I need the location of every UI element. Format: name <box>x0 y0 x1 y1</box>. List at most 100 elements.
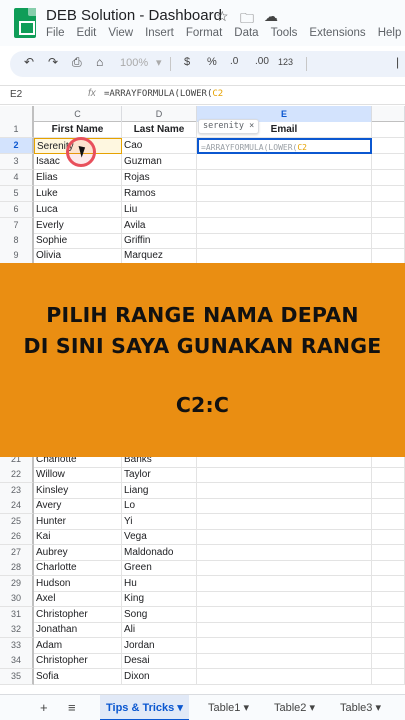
chevron-down-icon[interactable]: ▾ <box>309 702 315 714</box>
cell[interactable] <box>372 467 405 483</box>
last-name-cell[interactable]: Desai <box>122 653 197 669</box>
row-number[interactable]: 26 <box>0 529 34 545</box>
cell[interactable] <box>372 170 405 186</box>
first-name-cell[interactable]: Christopher <box>34 607 122 623</box>
cell[interactable] <box>372 622 405 638</box>
number-format-button[interactable]: 123 <box>278 57 293 67</box>
email-cell[interactable] <box>197 483 372 499</box>
first-name-cell[interactable]: Willow <box>34 467 122 483</box>
row-number[interactable]: 34 <box>0 653 34 669</box>
undo-icon[interactable]: ↶ <box>24 55 34 69</box>
menu-insert[interactable]: Insert <box>145 27 174 39</box>
first-name-cell[interactable]: Luke <box>34 186 122 202</box>
cell[interactable] <box>372 545 405 561</box>
email-cell[interactable] <box>197 202 372 218</box>
last-name-cell[interactable]: King <box>122 591 197 607</box>
paint-format-icon[interactable]: ⌂ <box>96 55 103 69</box>
cell[interactable] <box>372 186 405 202</box>
last-name-cell[interactable]: Liang <box>122 483 197 499</box>
last-name-cell[interactable]: Avila <box>122 218 197 234</box>
email-cell[interactable] <box>197 576 372 592</box>
last-name-cell[interactable]: Ramos <box>122 186 197 202</box>
last-name-cell[interactable]: Taylor <box>122 467 197 483</box>
redo-icon[interactable]: ↷ <box>48 55 58 69</box>
first-name-cell[interactable]: Kinsley <box>34 483 122 499</box>
document-title[interactable]: DEB Solution - Dashboard <box>46 7 222 24</box>
email-cell[interactable] <box>197 248 372 264</box>
cell[interactable] <box>372 202 405 218</box>
row-number[interactable]: 8 <box>0 233 34 249</box>
email-cell[interactable] <box>197 233 372 249</box>
percent-button[interactable]: % <box>207 56 217 68</box>
first-name-cell[interactable]: Aubrey <box>34 545 122 561</box>
row-number[interactable]: 29 <box>0 576 34 592</box>
first-name-cell[interactable]: Sophie <box>34 233 122 249</box>
menu-file[interactable]: File <box>46 27 65 39</box>
row-number[interactable]: 23 <box>0 483 34 499</box>
last-name-cell[interactable]: Song <box>122 607 197 623</box>
row-number[interactable]: 7 <box>0 218 34 234</box>
menu-extensions[interactable]: Extensions <box>309 27 365 39</box>
chevron-down-icon[interactable]: ▾ <box>375 702 381 714</box>
row-number[interactable]: 2 <box>0 138 34 154</box>
cell[interactable] <box>372 248 405 264</box>
cell[interactable] <box>372 218 405 234</box>
formula-input[interactable]: =ARRAYFORMULA(LOWER(C2 <box>104 89 223 99</box>
last-name-cell[interactable]: Maldonado <box>122 545 197 561</box>
cell[interactable] <box>372 669 405 685</box>
cell[interactable] <box>372 638 405 654</box>
row-number[interactable]: 3 <box>0 154 34 170</box>
first-name-cell[interactable]: Kai <box>34 529 122 545</box>
first-name-cell[interactable]: Sofia <box>34 669 122 685</box>
column-header-c[interactable]: C <box>34 106 122 122</box>
last-name-cell[interactable]: Griffin <box>122 233 197 249</box>
tab-table1[interactable]: Table1 ▾ <box>202 695 255 720</box>
column-header-d[interactable]: D <box>122 106 197 122</box>
cell[interactable] <box>372 122 405 138</box>
email-cell[interactable] <box>197 529 372 545</box>
email-cell[interactable] <box>197 545 372 561</box>
formula-preview-chip[interactable]: serenity × <box>198 119 260 134</box>
cell[interactable] <box>372 498 405 514</box>
email-cell[interactable] <box>197 560 372 576</box>
first-name-cell[interactable]: Luca <box>34 202 122 218</box>
row-number[interactable]: 33 <box>0 638 34 654</box>
last-name-cell[interactable]: Jordan <box>122 638 197 654</box>
cell[interactable] <box>372 591 405 607</box>
first-name-cell[interactable]: Christopher <box>34 653 122 669</box>
cell[interactable] <box>372 607 405 623</box>
last-name-cell[interactable]: Lo <box>122 498 197 514</box>
cell[interactable] <box>372 560 405 576</box>
email-cell-editing[interactable]: =ARRAYFORMULA(LOWER(C2 <box>197 138 372 154</box>
select-all-corner[interactable] <box>0 106 34 122</box>
column-header-f[interactable] <box>372 106 405 122</box>
cell[interactable] <box>372 233 405 249</box>
cell[interactable] <box>372 138 405 154</box>
close-icon[interactable]: × <box>249 121 254 131</box>
menu-edit[interactable]: Edit <box>77 27 97 39</box>
cell[interactable] <box>372 154 405 170</box>
cell[interactable] <box>372 653 405 669</box>
first-name-cell[interactable]: Elias <box>34 170 122 186</box>
decrease-decimal-button[interactable]: .0 <box>230 56 238 67</box>
tab-table3[interactable]: Table3 ▾ <box>334 695 387 720</box>
row-number[interactable]: 32 <box>0 622 34 638</box>
cell[interactable] <box>372 514 405 530</box>
last-name-cell[interactable]: Vega <box>122 529 197 545</box>
last-name-cell[interactable]: Rojas <box>122 170 197 186</box>
email-cell[interactable] <box>197 186 372 202</box>
first-name-cell[interactable]: Hudson <box>34 576 122 592</box>
name-box[interactable]: E2 <box>10 89 22 100</box>
menu-view[interactable]: View <box>108 27 133 39</box>
header-first-name[interactable]: First Name <box>34 122 122 138</box>
menu-help[interactable]: Help <box>378 27 402 39</box>
email-cell[interactable] <box>197 498 372 514</box>
row-number[interactable]: 28 <box>0 560 34 576</box>
first-name-cell[interactable]: Avery <box>34 498 122 514</box>
email-cell[interactable] <box>197 653 372 669</box>
first-name-cell[interactable]: Charlotte <box>34 560 122 576</box>
tab-table2[interactable]: Table2 ▾ <box>268 695 321 720</box>
email-cell[interactable] <box>197 154 372 170</box>
add-sheet-icon[interactable]: + <box>40 700 48 715</box>
last-name-cell[interactable]: Green <box>122 560 197 576</box>
